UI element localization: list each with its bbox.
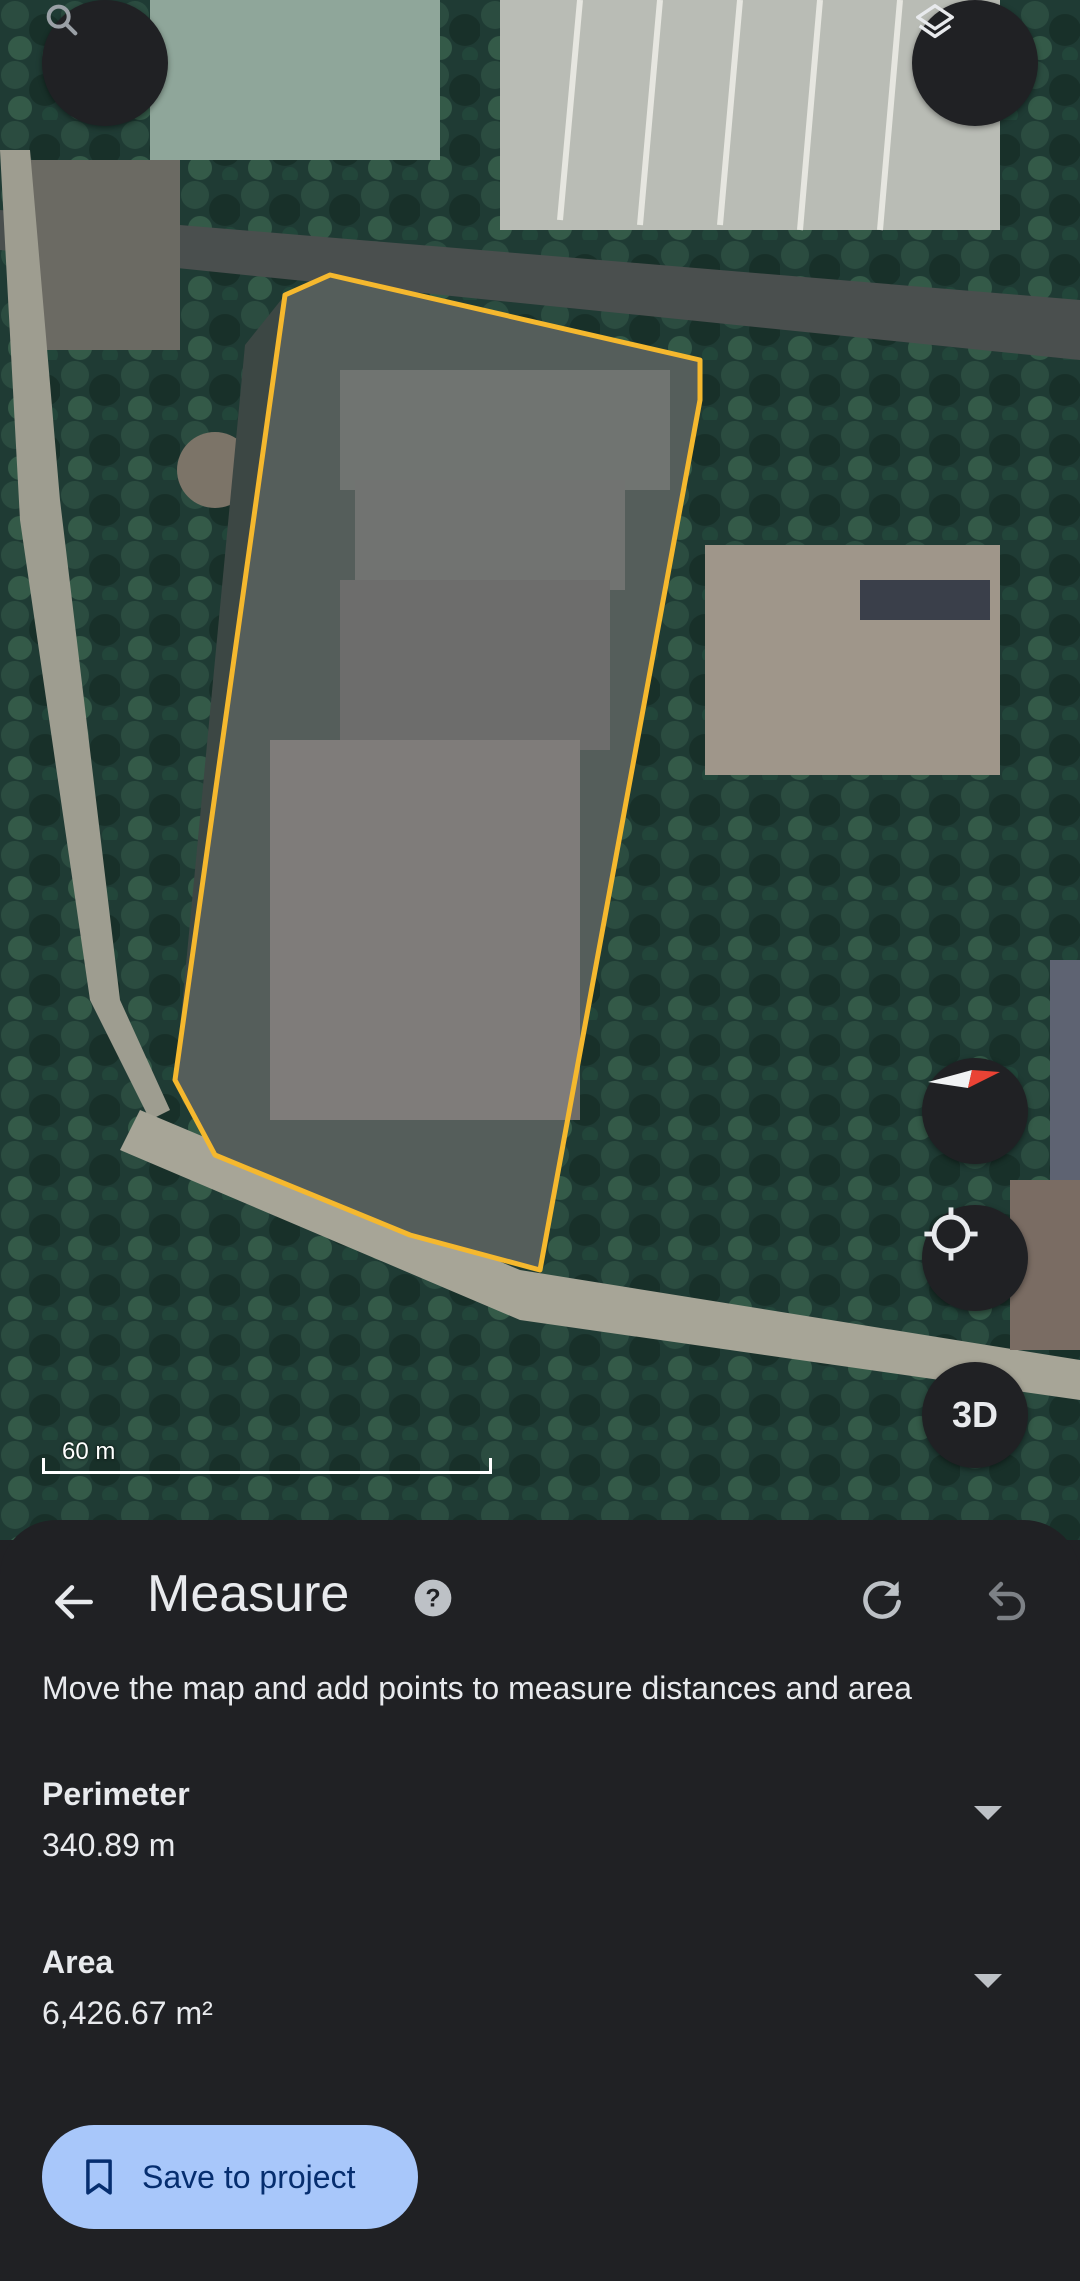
arrow-back-icon [55, 1585, 93, 1619]
measure-description: Move the map and add points to measure d… [42, 1670, 912, 1706]
redo-icon [863, 1581, 901, 1619]
help-button[interactable]: ? [410, 1575, 456, 1621]
page-title: Measure [147, 1565, 350, 1623]
area-row[interactable]: Area 6,426.67 m² [42, 1944, 1042, 2032]
satellite-map[interactable]: 3D 60 m [0, 0, 1080, 1540]
area-value: 6,426.67 m² [42, 1995, 213, 2031]
redo-button[interactable] [850, 1568, 914, 1632]
3d-label: 3D [951, 1394, 999, 1435]
search-button[interactable] [42, 0, 168, 126]
chevron-down-icon[interactable] [974, 1806, 1002, 1820]
undo-button[interactable] [975, 1568, 1039, 1632]
3d-toggle-button[interactable]: 3D [922, 1362, 1028, 1468]
save-to-project-button[interactable]: Save to project [42, 2125, 418, 2229]
svg-text:?: ? [425, 1584, 440, 1612]
search-icon [46, 4, 78, 36]
save-to-project-label: Save to project [142, 2158, 356, 2195]
my-location-button[interactable] [922, 1205, 1028, 1311]
measure-sheet: Measure ? Move the map and add points to… [0, 1520, 1080, 2281]
area-label: Area [42, 1944, 114, 1980]
my-location-icon [924, 1207, 978, 1261]
perimeter-row[interactable]: Perimeter 340.89 m [42, 1776, 1042, 1864]
map-scale: 60 m [42, 1438, 492, 1474]
bookmark-icon [82, 2158, 116, 2196]
chevron-down-icon[interactable] [974, 1974, 1002, 1988]
compass-button[interactable] [922, 1058, 1028, 1164]
layers-button[interactable] [912, 0, 1038, 126]
compass-icon [928, 1070, 1000, 1088]
satellite-imagery [0, 0, 1080, 1540]
perimeter-label: Perimeter [42, 1776, 190, 1812]
help-icon: ? [414, 1579, 452, 1617]
undo-icon [988, 1581, 1026, 1621]
scale-label: 60 m [62, 1438, 116, 1465]
back-button[interactable] [40, 1568, 108, 1636]
perimeter-value: 340.89 m [42, 1827, 176, 1863]
layers-icon [916, 4, 954, 39]
